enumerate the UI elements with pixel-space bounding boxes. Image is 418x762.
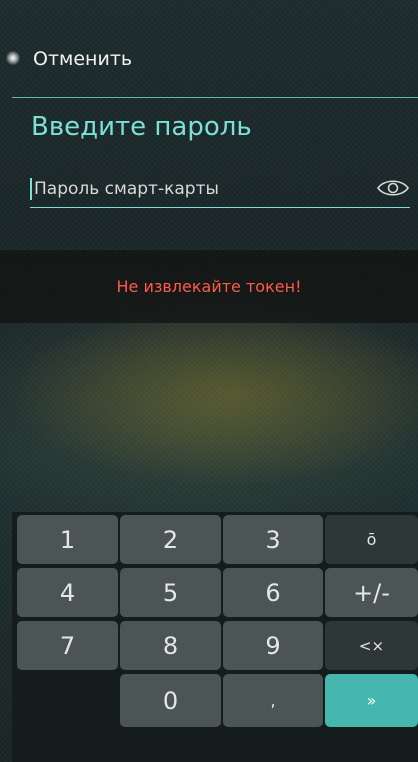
backspace-key[interactable]: <× (325, 621, 418, 670)
key-9[interactable]: 9 (223, 621, 323, 670)
key-6[interactable]: 6 (223, 568, 323, 617)
layout-switch-key[interactable]: ō (325, 515, 418, 564)
password-underline (30, 207, 410, 208)
cancel-button[interactable]: Отменить (33, 48, 132, 70)
text-caret (30, 178, 32, 200)
password-placeholder: Пароль смарт-карты (34, 179, 219, 199)
key-4[interactable]: 4 (17, 568, 118, 617)
comma-key[interactable]: , (223, 674, 323, 727)
header-divider (12, 97, 418, 98)
key-1[interactable]: 1 (17, 515, 118, 564)
enter-key[interactable]: » (325, 674, 418, 727)
key-3[interactable]: 3 (223, 515, 323, 564)
warning-banner: Не извлекайте токен! (0, 250, 418, 323)
key-8[interactable]: 8 (120, 621, 221, 670)
key-7[interactable]: 7 (17, 621, 118, 670)
key-2[interactable]: 2 (120, 515, 221, 564)
password-field[interactable]: Пароль смарт-карты (30, 170, 410, 208)
numeric-keypad: 1 2 3 ō 4 5 6 +/- 7 8 9 <× 0 , » (12, 512, 418, 762)
page-title: Введите пароль (31, 112, 252, 142)
key-0[interactable]: 0 (120, 674, 221, 727)
warning-text: Не извлекайте токен! (116, 277, 302, 296)
eye-icon[interactable] (376, 176, 410, 200)
key-5[interactable]: 5 (120, 568, 221, 617)
header-bar: Отменить (0, 28, 418, 98)
plus-minus-key[interactable]: +/- (325, 568, 418, 617)
